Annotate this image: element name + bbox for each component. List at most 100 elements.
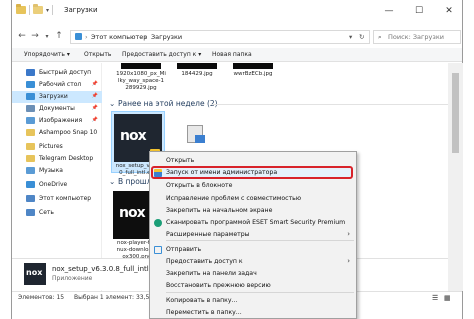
breadcrumb-this-pc[interactable]: Этот компьютер [91,33,147,41]
folder-icon [26,143,35,150]
sidebar-item[interactable]: Сеть [12,207,102,219]
folder-icon [26,129,35,136]
context-menu-item[interactable]: Предоставить доступ к › [150,256,356,267]
share-icon [154,245,162,254]
sidebar-item-label: Документы [39,105,75,112]
context-menu-item[interactable]: Переместить в папку... [150,307,356,318]
context-menu-item[interactable]: Запуск от имени администратора [150,167,356,178]
address-bar[interactable]: › Этот компьютер › Загрузки ▾ ↻ [70,30,370,44]
sidebar-item[interactable]: Pictures [12,141,102,153]
toolbar-divider [52,5,54,15]
sidebar-item[interactable]: Изображения 📌 [12,115,102,127]
folder-icon [16,4,26,14]
context-menu-label: Открыть [166,156,195,164]
installer-icon-box [195,135,205,143]
context-menu: Открыть Запуск от имени администратора Отк… [149,151,357,319]
large-icons-view-icon[interactable]: ▦ [444,294,451,302]
details-view-icon[interactable]: ☰ [432,294,438,302]
menu-separator [166,292,354,293]
pin-icon[interactable]: 📌 [92,105,98,111]
context-menu-item[interactable]: Открыть в блокноте [150,180,356,191]
maximize-button[interactable]: ☐ [404,0,434,22]
chevron-down-icon[interactable]: ▾ [41,33,53,40]
section-divider [211,104,451,105]
sidebar-item-label: Сеть [39,209,54,216]
pin-icon[interactable]: 📌 [92,93,98,99]
collapse-chevron-icon[interactable]: ⌄ [109,177,115,186]
minimize-button[interactable]: — [374,0,404,22]
search-icon: ⌕ [378,33,382,41]
sidebar-item[interactable]: Этот компьютер [12,193,102,205]
sidebar-item-label: Изображения [39,117,83,124]
refresh-icon[interactable]: ↻ [359,33,364,41]
share-button[interactable]: Предоставить доступ к ▾ [122,51,201,58]
download-icon [26,93,35,100]
new-folder-icon[interactable] [33,4,43,14]
sidebar-item-label: OneDrive [39,181,68,188]
context-menu-item[interactable]: Открыть [150,155,356,166]
title-bar: ▾ Загрузки — ☐ ✕ [12,0,462,22]
nox-logo-text: nox [120,128,147,144]
file-caption: 184429.jpg [181,71,213,77]
back-arrow-icon[interactable]: ← [16,31,28,41]
sidebar-item[interactable]: Быстрый доступ [12,67,102,79]
toolbar-divider [29,5,30,15]
context-menu-label: Закрепить на начальном экране [166,206,273,214]
chevron-down-icon[interactable]: ▾ [46,7,49,14]
sidebar-item[interactable]: OneDrive [12,179,102,191]
computer-icon [26,195,35,202]
sidebar-item[interactable]: Telegram Desktop [12,153,102,165]
context-menu-label: Восстановить прежнюю версию [166,281,271,289]
image-thumbnail [121,63,161,69]
context-menu-label: Расширенные параметры [166,230,250,238]
context-menu-label: Сканировать программой ESET Smart Securi… [166,218,346,226]
nox-logo-text: nox [119,205,146,221]
context-menu-item[interactable]: Копировать в папку... [150,295,356,306]
open-button[interactable]: Открыть [84,51,111,58]
context-menu-item[interactable]: Восстановить прежнюю версию [150,280,356,291]
pin-icon[interactable]: 📌 [92,81,98,87]
sidebar-item[interactable]: Рабочий стол 📌 [12,79,102,91]
breadcrumb-downloads[interactable]: Загрузки [151,33,182,41]
section-header-earlier-this-week[interactable]: Ранее на этой неделе (2) [118,99,218,108]
context-menu-item[interactable]: Сканировать программой ESET Smart Securi… [150,217,356,228]
folder-icon [26,155,35,162]
context-menu-label: Копировать в папку... [166,296,238,304]
chevron-down-icon[interactable]: ▾ [349,33,352,41]
file-caption: wwrBzECb.jpg [233,71,273,77]
new-folder-button[interactable]: Новая папка [212,51,252,58]
sidebar-item[interactable]: Ashampoo Snap 10 [12,127,102,139]
sidebar-item[interactable]: Документы 📌 [12,103,102,115]
vertical-scrollbar[interactable] [448,63,463,291]
context-menu-item[interactable]: Расширенные параметры › [150,229,356,240]
star-icon [26,69,35,76]
sidebar-item-label: Музыка [39,167,63,174]
pin-icon[interactable]: 📌 [92,117,98,123]
context-menu-item[interactable]: Исправление проблем с совместимостью [150,193,356,204]
cloud-icon [26,181,35,188]
breadcrumb-separator: › [144,33,147,41]
menu-separator [166,240,354,241]
scrollbar-thumb[interactable] [452,73,459,153]
details-file-name: nox_setup_v6.3.0.8_full_intl.exe [52,265,164,273]
eset-icon [154,218,162,227]
file-item-installer[interactable] [183,123,213,153]
file-caption: 1920x1080_px_Mi lky_way_space-1 289929.j… [116,71,166,91]
sidebar-item[interactable]: Музыка [12,165,102,177]
navigation-pane: Быстрый доступ Рабочий стол 📌 Загрузки 📌 Доку… [12,63,102,291]
shield-icon [154,168,162,177]
organize-button[interactable]: Упорядочить ▾ [24,51,70,58]
context-menu-item[interactable]: Закрепить на начальном экране [150,205,356,216]
image-thumbnail [233,63,273,69]
sidebar-item-label: Быстрый доступ [39,69,92,76]
network-icon [26,209,35,216]
up-arrow-icon[interactable]: ↑ [53,31,65,41]
collapse-chevron-icon[interactable]: ⌄ [109,99,115,108]
nox-app-icon: nox [24,263,46,285]
context-menu-item[interactable]: Отправить [150,244,356,255]
forward-arrow-icon[interactable]: → [29,31,41,41]
close-button[interactable]: ✕ [434,0,464,22]
context-menu-item[interactable]: Закрепить на панели задач [150,268,356,279]
sidebar-item[interactable]: Загрузки 📌 [12,91,102,103]
search-input[interactable]: ⌕ Поиск: Загрузки [373,30,461,44]
